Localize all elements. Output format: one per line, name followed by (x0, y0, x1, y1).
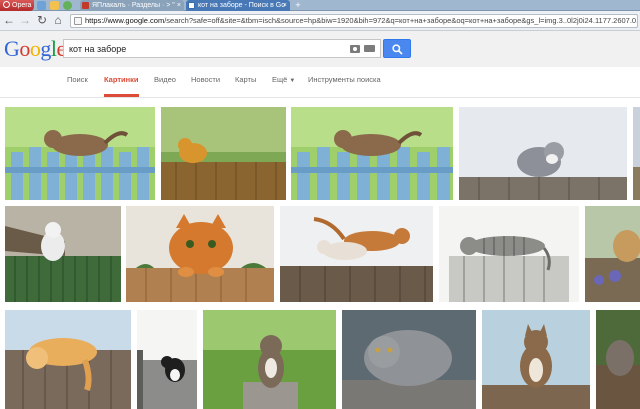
fluffy-grey-cat-image (342, 310, 476, 409)
sleeping-ginger-cat-image (5, 310, 131, 409)
tab-images[interactable]: Картинки (104, 67, 139, 97)
image-result[interactable] (280, 206, 433, 302)
sitting-tabby-cat-image (482, 310, 590, 409)
image-result[interactable] (291, 107, 453, 200)
browser-tab-yaplakal[interactable]: ЯПлакалъ · Разделы · > " × (80, 0, 184, 11)
google-logo[interactable]: Google (4, 38, 66, 60)
grey-cat-old-fence-image (459, 107, 627, 200)
image-result[interactable] (459, 107, 627, 200)
search-tabs: Поиск Картинки Видео Новости Карты Ещё ▼ … (0, 67, 640, 98)
keyboard-icon[interactable] (364, 45, 375, 52)
camera-icon[interactable] (350, 45, 360, 53)
page-info-icon[interactable] (74, 17, 82, 25)
forward-button[interactable]: → (18, 13, 32, 27)
new-tab-button[interactable]: + (292, 1, 304, 10)
image-result[interactable] (5, 310, 131, 409)
image-result[interactable] (585, 206, 640, 302)
google-favicon-icon (188, 2, 195, 9)
cat-partial-right-2-image (585, 206, 640, 302)
search-box (63, 39, 381, 58)
cat-partial-right-1-image (633, 107, 640, 200)
cat-on-blue-fence-1-image (5, 107, 155, 200)
tab-title: кот на заборе - Поиск в Go (198, 2, 286, 9)
reload-icon[interactable]: ↻ (35, 13, 49, 27)
orange-cat-wooden-fence-image (161, 107, 286, 200)
image-result[interactable] (203, 310, 336, 409)
image-result[interactable] (126, 206, 274, 302)
image-result[interactable] (5, 107, 155, 200)
image-result[interactable] (5, 206, 121, 302)
browser-tab-bar: Opera ЯПлакалъ · Разделы · > " × кот на … (0, 0, 640, 11)
tab-title: ЯПлакалъ · Разделы · > " (92, 2, 175, 9)
home-icon[interactable]: ⌂ (51, 13, 65, 27)
url-path: /search?safe=off&site=&tbm=isch&source=h… (164, 16, 638, 25)
cat-on-blue-fence-2-image (291, 107, 453, 200)
opera-label: Opera (12, 2, 32, 9)
black-white-cat-fence-image (137, 310, 197, 409)
opera-menu-button[interactable]: Opera (0, 0, 34, 11)
chrome-web-icon[interactable] (63, 1, 72, 10)
white-cat-green-fence-image (5, 206, 121, 302)
url-host: https://www.google.com (85, 16, 165, 25)
tabby-cat-green-field-image (203, 310, 336, 409)
tabby-cat-sketch-image (439, 206, 579, 302)
chevron-down-icon: ▼ (289, 78, 296, 84)
browser-tab-google[interactable]: кот на заборе - Поиск в Go × (186, 0, 290, 11)
image-result[interactable] (482, 310, 590, 409)
image-result[interactable] (596, 310, 640, 409)
search-input[interactable] (69, 41, 349, 57)
yaplakal-favicon-icon (82, 2, 89, 9)
google-header: Google (0, 31, 640, 67)
close-tab-icon[interactable]: × (283, 0, 287, 11)
image-result[interactable] (439, 206, 579, 302)
url-field[interactable]: https://www.google.com/search?safe=off&s… (70, 14, 638, 28)
address-bar-row: ← → ↻ ⌂ https://www.google.com/search?sa… (0, 11, 640, 31)
search-icon (392, 44, 403, 55)
opera-logo-icon (3, 1, 10, 8)
image-results-grid (0, 98, 640, 409)
speed-dial-icon[interactable] (37, 1, 46, 10)
tab-search-tools[interactable]: Инструменты поиска (308, 67, 381, 97)
back-button[interactable]: ← (2, 13, 16, 27)
image-result[interactable] (633, 107, 640, 200)
tab-maps[interactable]: Карты (235, 67, 256, 97)
image-result[interactable] (342, 310, 476, 409)
two-cats-walking-fence-image (280, 206, 433, 302)
close-tab-icon[interactable]: × (177, 0, 181, 11)
image-result[interactable] (137, 310, 197, 409)
tab-video[interactable]: Видео (154, 67, 176, 97)
red-cat-painting-image (126, 206, 274, 302)
search-button[interactable] (383, 39, 411, 58)
tab-search[interactable]: Поиск (67, 67, 88, 97)
tab-more[interactable]: Ещё ▼ (272, 67, 295, 97)
cat-partial-right-3-image (596, 310, 640, 409)
bookmark-icon[interactable] (50, 1, 59, 10)
image-result[interactable] (161, 107, 286, 200)
tab-news[interactable]: Новости (191, 67, 220, 97)
